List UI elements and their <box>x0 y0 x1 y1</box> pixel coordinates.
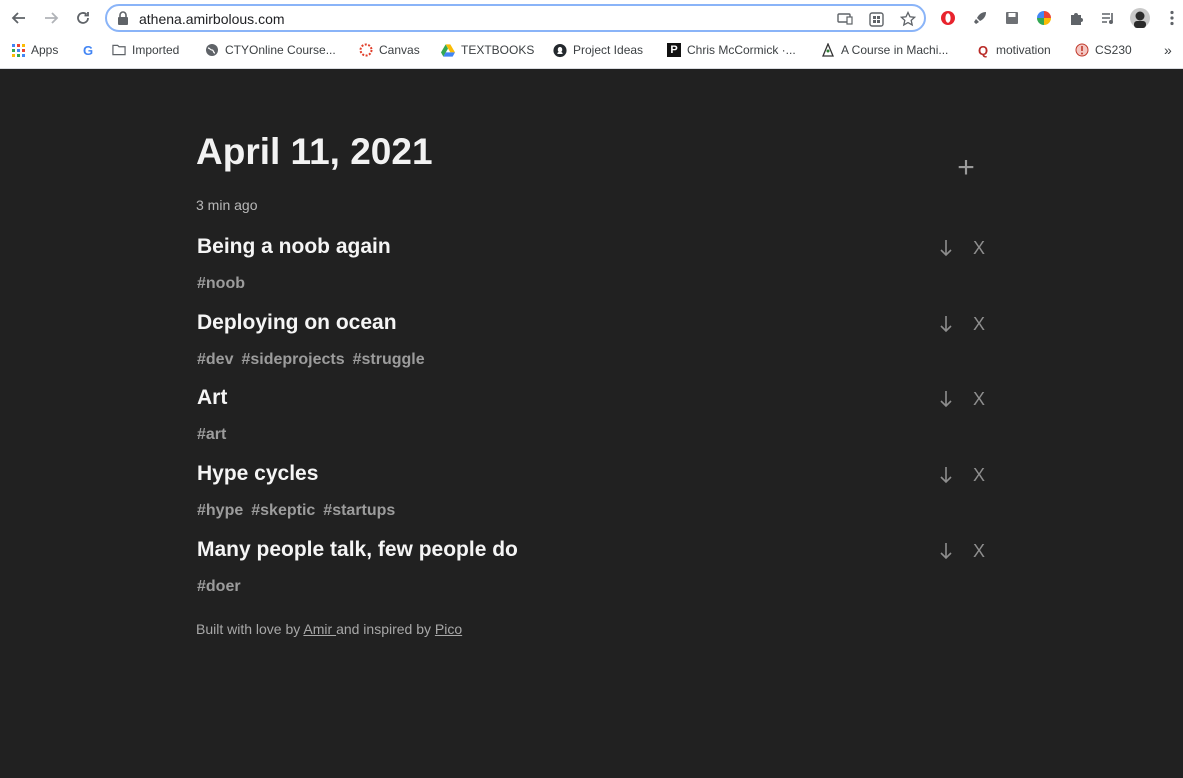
bookmarks-bar: Apps G Imported CTYOnline Course... Canv… <box>0 38 1183 62</box>
entry-title[interactable]: Many people talk, few people do <box>197 538 518 562</box>
move-down-icon[interactable] <box>939 390 953 408</box>
move-down-icon[interactable] <box>939 315 953 333</box>
bookmark-chris-mccormick[interactable]: P Chris McCormick ·... <box>667 41 796 59</box>
pico-link[interactable]: Pico <box>435 621 462 637</box>
entry-title[interactable]: Deploying on ocean <box>197 311 397 335</box>
entry-title[interactable]: Being a noob again <box>197 235 391 259</box>
folder-icon <box>112 43 126 57</box>
bookmark-motivation[interactable]: Q motivation <box>976 41 1051 59</box>
bookmark-ml-course[interactable]: A Course in Machi... <box>821 41 948 59</box>
move-down-icon[interactable] <box>939 239 953 257</box>
github-icon <box>553 43 567 57</box>
entry-tags: #doer <box>197 578 241 596</box>
lock-icon <box>118 11 128 25</box>
more-bookmarks-button[interactable]: » <box>1164 41 1172 59</box>
save-extension-icon[interactable] <box>1002 8 1022 28</box>
globe-icon <box>205 43 219 57</box>
back-button[interactable] <box>7 6 31 30</box>
ml-icon <box>821 43 835 57</box>
delete-entry-button[interactable]: X <box>973 465 985 486</box>
footer-middle: and inspired by <box>336 621 435 637</box>
entry-tags: #art <box>197 426 226 444</box>
cs230-icon <box>1075 43 1089 57</box>
delete-entry-button[interactable]: X <box>973 389 985 410</box>
move-down-icon[interactable] <box>939 542 953 560</box>
tag[interactable]: #startups <box>323 502 395 520</box>
tag[interactable]: #dev <box>197 351 233 369</box>
media-queue-icon[interactable] <box>1098 8 1118 28</box>
entry-tags: #dev #sideprojects #struggle <box>197 351 425 369</box>
color-wheel-extension-icon[interactable] <box>1034 8 1054 28</box>
puzzle-extensions-icon[interactable] <box>1066 8 1086 28</box>
tag[interactable]: #noob <box>197 275 245 293</box>
tag[interactable]: #sideprojects <box>241 351 344 369</box>
star-icon[interactable] <box>899 10 917 28</box>
footer-prefix: Built with love by <box>196 621 304 637</box>
move-down-icon[interactable] <box>939 466 953 484</box>
rocket-extension-icon[interactable] <box>970 8 990 28</box>
url-text[interactable]: athena.amirbolous.com <box>139 11 285 27</box>
entry-item: Many people talk, few people do #doer X <box>197 538 997 608</box>
qr-code-icon[interactable] <box>867 10 885 28</box>
last-updated-text: 3 min ago <box>196 197 258 213</box>
reload-button[interactable] <box>71 6 95 30</box>
tag[interactable]: #skeptic <box>251 502 315 520</box>
bookmark-textbooks[interactable]: TEXTBOOKS <box>441 41 534 59</box>
bookmark-cs230[interactable]: CS230 <box>1075 41 1132 59</box>
google-icon: G <box>82 42 94 58</box>
canvas-icon <box>359 43 373 57</box>
bookmark-imported[interactable]: Imported <box>112 41 179 59</box>
bookmark-ctyonline[interactable]: CTYOnline Course... <box>205 41 336 59</box>
address-bar[interactable]: athena.amirbolous.com <box>105 4 926 32</box>
entry-tags: #noob <box>197 275 245 293</box>
entry-item: Being a noob again #noob X <box>197 235 997 305</box>
drive-icon <box>441 43 455 57</box>
tag[interactable]: #doer <box>197 578 241 596</box>
entry-tags: #hype #skeptic #startups <box>197 502 395 520</box>
delete-entry-button[interactable]: X <box>973 541 985 562</box>
browser-menu-icon[interactable] <box>1162 8 1182 28</box>
apps-grid-icon <box>11 43 25 57</box>
bookmark-google[interactable]: G <box>81 41 95 59</box>
browser-chrome: athena.amirbolous.com Apps G Imported CT… <box>0 0 1183 69</box>
tag[interactable]: #art <box>197 426 226 444</box>
quora-icon: Q <box>977 42 989 58</box>
cast-icon[interactable] <box>836 10 854 28</box>
author-link[interactable]: Amir <box>303 621 336 637</box>
bookmark-project-ideas[interactable]: Project Ideas <box>553 41 643 59</box>
footer: Built with love by Amir and inspired by … <box>196 621 462 637</box>
delete-entry-button[interactable]: X <box>973 314 985 335</box>
entry-item: Hype cycles #hype #skeptic #startups X <box>197 462 997 532</box>
entry-title[interactable]: Hype cycles <box>197 462 318 486</box>
add-entry-button[interactable]: + <box>953 153 979 183</box>
entry-title[interactable]: Art <box>197 386 227 410</box>
entry-item: Deploying on ocean #dev #sideprojects #s… <box>197 311 997 381</box>
profile-avatar[interactable] <box>1130 8 1150 28</box>
bookmark-canvas[interactable]: Canvas <box>359 41 420 59</box>
page-content: April 11, 2021 + 3 min ago Being a noob … <box>0 69 1183 778</box>
arrow-right-icon <box>45 12 59 24</box>
browser-toolbar: athena.amirbolous.com <box>0 0 1183 36</box>
tag[interactable]: #hype <box>197 502 243 520</box>
delete-entry-button[interactable]: X <box>973 238 985 259</box>
bookmark-apps[interactable]: Apps <box>11 41 58 59</box>
page-title: April 11, 2021 <box>196 131 433 172</box>
opera-extension-icon[interactable] <box>938 8 958 28</box>
tag[interactable]: #struggle <box>353 351 425 369</box>
p-icon: P <box>667 43 681 57</box>
forward-button[interactable] <box>39 6 63 30</box>
entry-item: Art #art X <box>197 386 997 456</box>
arrow-left-icon <box>11 12 25 24</box>
reload-icon <box>77 12 89 24</box>
